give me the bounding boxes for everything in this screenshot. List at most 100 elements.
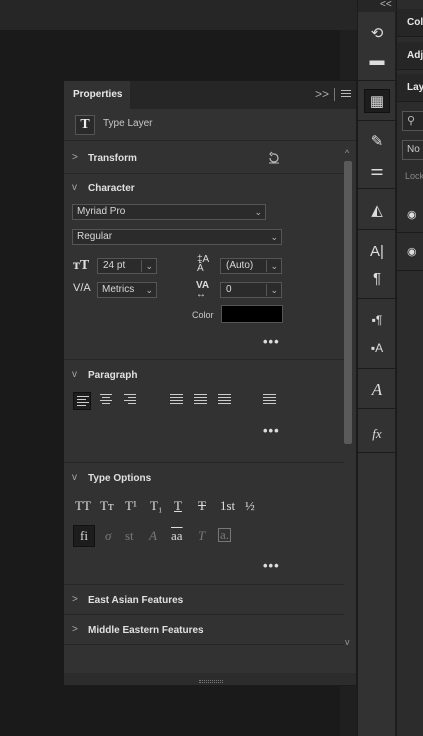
divider	[358, 229, 396, 230]
tab-color[interactable]: Colo	[397, 9, 423, 37]
eye-icon[interactable]: ◉	[407, 208, 417, 221]
section-title: Type Options	[88, 473, 152, 484]
canvas-top-bar	[0, 0, 357, 30]
section-transform[interactable]: > Transform	[64, 145, 344, 173]
section-title: East Asian Features	[88, 595, 184, 606]
font-family-select[interactable]: Myriad Pro ⌄	[72, 204, 266, 220]
old-style-icon[interactable]: st	[125, 528, 134, 544]
font-size-field[interactable]: 24 pt ⌄	[97, 258, 157, 274]
chevron-right-icon: >	[72, 624, 78, 635]
justify-left-icon[interactable]	[170, 394, 188, 412]
kerning-select[interactable]: Metrics ⌄	[97, 282, 157, 298]
divider	[64, 359, 344, 360]
scrollbar-thumb[interactable]	[344, 161, 352, 444]
ordinal-box-icon[interactable]: a.	[218, 528, 232, 542]
strikethrough-icon[interactable]: T	[198, 498, 206, 514]
resize-grip[interactable]	[199, 680, 223, 683]
divider	[64, 584, 344, 585]
font-size-icon: тT	[73, 258, 90, 273]
glyphs-icon[interactable]: A	[364, 378, 390, 402]
small-caps-icon[interactable]: Tт	[100, 498, 114, 514]
align-center-icon[interactable]	[100, 394, 118, 412]
align-left-icon[interactable]	[73, 392, 91, 410]
discretionary-ligatures-icon[interactable]: σ	[105, 528, 111, 544]
titling-alternates-icon[interactable]: T	[198, 528, 205, 544]
color-swatch[interactable]	[221, 305, 283, 323]
tab-layers[interactable]: Lay	[397, 74, 423, 102]
reset-transform-icon[interactable]	[267, 151, 281, 165]
ligatures-icon[interactable]: fi	[73, 525, 95, 547]
character-styles-icon[interactable]: ▪A	[364, 336, 390, 360]
chevron-down-icon: v	[72, 182, 77, 193]
libraries-icon[interactable]: ▦	[364, 89, 390, 113]
color-label: Color	[192, 310, 214, 320]
panel-footer	[64, 673, 356, 685]
layer-search-icon[interactable]: ⚲	[402, 111, 423, 131]
divider	[358, 408, 396, 409]
lock-label: Lock	[405, 171, 423, 181]
more-character-button[interactable]: •••	[263, 334, 280, 349]
blend-mode-select[interactable]: No	[402, 140, 423, 160]
character-icon[interactable]: A|	[364, 240, 390, 264]
kerning-icon: V/A	[73, 282, 91, 294]
divider	[64, 173, 344, 174]
section-character[interactable]: v Character	[64, 175, 344, 203]
panel-dock-icons: << ⟲ ▬ ▦ ✎ ⚌ ◭ A| ¶ ▪¶ ▪A A fx	[357, 0, 396, 736]
shape-icon[interactable]: ◭	[364, 199, 390, 223]
underline-icon[interactable]: T	[174, 498, 182, 514]
divider	[358, 188, 396, 189]
section-title: Transform	[88, 153, 137, 164]
fx-icon[interactable]: fx	[364, 422, 390, 446]
more-paragraph-button[interactable]: •••	[263, 423, 280, 438]
divider	[358, 120, 396, 121]
panel-menu-icon[interactable]	[341, 90, 351, 99]
collapse-panel-icon[interactable]: >>	[315, 87, 329, 101]
section-type-options[interactable]: v Type Options	[64, 465, 344, 493]
justify-center-icon[interactable]	[194, 394, 212, 412]
font-style-select[interactable]: Regular ⌄	[72, 229, 282, 245]
divider	[64, 462, 344, 463]
justify-all-icon[interactable]	[263, 394, 281, 412]
scroll-down-icon[interactable]: v	[345, 637, 350, 647]
divider	[358, 80, 396, 81]
chevron-down-icon: v	[72, 369, 77, 380]
tab-properties[interactable]: Properties	[64, 81, 130, 109]
more-type-options-button[interactable]: •••	[263, 558, 280, 573]
eye-icon[interactable]: ◉	[407, 245, 417, 258]
section-title: Paragraph	[88, 370, 138, 381]
expand-panels-icon[interactable]: <<	[380, 0, 392, 10]
brush-icon[interactable]: ✎	[364, 130, 390, 154]
type-layer-icon: T	[75, 115, 95, 135]
swash-icon[interactable]: A	[149, 528, 157, 544]
leading-field[interactable]: (Auto) ⌄	[220, 258, 282, 274]
tab-adjustments[interactable]: Adj	[397, 42, 423, 70]
tracking-field[interactable]: 0 ⌄	[220, 282, 282, 298]
ordinals-icon[interactable]: 1st	[220, 498, 235, 514]
align-right-icon[interactable]	[124, 394, 142, 412]
leading-icon: ‡A Â	[197, 254, 210, 274]
justify-right-icon[interactable]	[218, 394, 236, 412]
history-icon[interactable]: ⟲	[364, 22, 390, 46]
layer-kind-row: T Type Layer	[64, 109, 356, 141]
section-paragraph[interactable]: v Paragraph	[64, 362, 344, 390]
adjust-icon[interactable]: ⚌	[364, 159, 390, 183]
divider	[64, 614, 344, 615]
chevron-down-icon: v	[72, 472, 77, 483]
section-title: Middle Eastern Features	[88, 625, 204, 636]
chevron-right-icon: >	[72, 594, 78, 605]
subscript-icon[interactable]: T₁	[150, 498, 162, 514]
divider	[358, 298, 396, 299]
properties-header: Properties >>	[64, 81, 356, 109]
stylistic-alternates-icon[interactable]: aa	[171, 528, 183, 544]
all-caps-icon[interactable]: TT	[75, 498, 91, 514]
section-middle-eastern-features[interactable]: > Middle Eastern Features	[64, 617, 344, 645]
chevron-right-icon: >	[72, 152, 78, 163]
fractions-icon[interactable]: ½	[245, 498, 255, 514]
scroll-up-icon[interactable]: ^	[345, 148, 349, 158]
paragraph-styles-icon[interactable]: ▪¶	[364, 308, 390, 332]
comment-icon[interactable]: ▬	[364, 49, 390, 73]
layer-kind-label: Type Layer	[103, 118, 153, 129]
paragraph-icon[interactable]: ¶	[364, 267, 390, 291]
superscript-icon[interactable]: T¹	[125, 498, 137, 514]
section-east-asian-features[interactable]: > East Asian Features	[64, 587, 344, 615]
